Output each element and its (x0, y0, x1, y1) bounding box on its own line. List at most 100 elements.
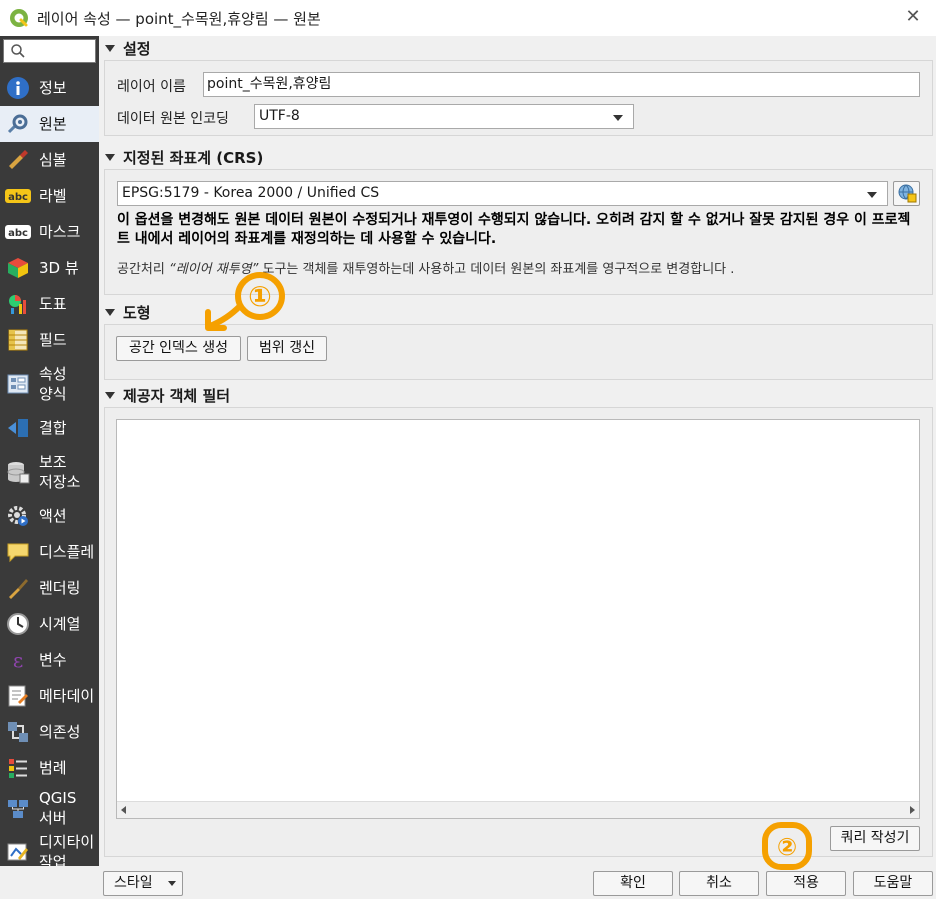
horizontal-scrollbar[interactable] (117, 801, 919, 818)
sidebar-item-masks[interactable]: abc 마스크 (0, 214, 99, 250)
action-gear-icon (5, 503, 31, 529)
scroll-left-icon[interactable] (121, 806, 126, 814)
style-menu-button[interactable]: 스타일 (103, 871, 183, 896)
query-builder-button[interactable]: 쿼리 작성기 (830, 826, 920, 851)
info-icon (5, 75, 31, 101)
sidebar-item-auxiliary-storage[interactable]: 보조 저장소 (0, 446, 99, 498)
rendering-brush-icon (5, 575, 31, 601)
annotation-marker-1-label: ① (248, 280, 272, 313)
sidebar-item-label: 결합 (39, 419, 67, 437)
settings-section-header[interactable]: 설정 (105, 38, 151, 58)
sidebar-item-variables[interactable]: ε 변수 (0, 642, 99, 678)
cube-3d-icon (5, 255, 31, 281)
sidebar-item-attributes-form[interactable]: 속성 양식 (0, 358, 99, 410)
section-title: 제공자 객체 필터 (123, 386, 231, 405)
sidebar-item-label: QGIS 서버 (39, 789, 77, 827)
window-title: 레이어 속성 — point_수목원,휴양림 — 원본 (37, 9, 321, 28)
ok-button[interactable]: 확인 (593, 871, 673, 896)
filter-query-textarea[interactable] (116, 419, 920, 819)
temporal-clock-icon (5, 611, 31, 637)
mask-abc-icon: abc (5, 219, 31, 245)
symbology-brush-icon (5, 147, 31, 173)
svg-text:abc: abc (8, 228, 28, 239)
sidebar-item-actions[interactable]: 액션 (0, 498, 99, 534)
sidebar-item-3d-view[interactable]: 3D 뷰 (0, 250, 99, 286)
sidebar-item-joins[interactable]: 결합 (0, 410, 99, 446)
sidebar-item-qgis-server[interactable]: QGIS 서버 (0, 786, 99, 830)
join-icon (5, 415, 31, 441)
annotation-arrow-marker-1: ① (205, 272, 285, 331)
sidebar-item-legend[interactable]: 범례 (0, 750, 99, 786)
update-extent-button[interactable]: 범위 갱신 (247, 336, 327, 361)
qgis-server-icon (5, 795, 31, 821)
sidebar-item-diagrams[interactable]: 도표 (0, 286, 99, 322)
variable-epsilon-icon: ε (5, 647, 31, 673)
settings-section: 레이어 이름 point_수목원,휴양림 데이터 원본 인코딩 UTF-8 (104, 60, 933, 136)
attributes-form-icon (5, 371, 31, 397)
fields-icon (5, 327, 31, 353)
dependencies-icon (5, 719, 31, 745)
title-bar: 레이어 속성 — point_수목원,휴양림 — 원본 ✕ (0, 0, 936, 36)
create-spatial-index-button[interactable]: 공간 인덱스 생성 (116, 336, 241, 361)
display-tooltip-icon (5, 539, 31, 565)
close-icon[interactable]: ✕ (903, 7, 923, 27)
sidebar-item-label: 의존성 (39, 723, 81, 741)
collapse-arrow-icon (105, 391, 115, 399)
encoding-select[interactable]: UTF-8 (254, 104, 634, 129)
help-button[interactable]: 도움말 (853, 871, 933, 896)
sidebar: 정보 원본 심볼 abc 라벨 abc 마스크 3D 뷰 도표 필드 속성 양식… (0, 36, 99, 871)
sidebar-item-fields[interactable]: 필드 (0, 322, 99, 358)
sidebar-item-label: 보조 저장소 (39, 453, 81, 491)
sidebar-item-label: 속성 양식 (39, 365, 67, 403)
scroll-right-icon[interactable] (910, 806, 915, 814)
annotation-marker-2: ② (762, 822, 812, 870)
sidebar-item-labels[interactable]: abc 라벨 (0, 178, 99, 214)
sidebar-item-label: 심볼 (39, 151, 67, 169)
svg-text:abc: abc (8, 192, 28, 203)
sidebar-item-rendering[interactable]: 렌더링 (0, 570, 99, 606)
filter-section-header[interactable]: 제공자 객체 필터 (105, 385, 230, 405)
layer-name-label: 레이어 이름 (117, 79, 186, 95)
sidebar-item-display[interactable]: 디스플레 (0, 534, 99, 570)
diagram-icon (5, 291, 31, 317)
sidebar-item-metadata[interactable]: 메타데이 (0, 678, 99, 714)
sidebar-item-symbology[interactable]: 심볼 (0, 142, 99, 178)
sidebar-item-label: 디스플레 (39, 543, 95, 561)
chevron-down-icon (168, 881, 176, 886)
chevron-down-icon (613, 115, 623, 121)
crs-select[interactable]: EPSG:5179 - Korea 2000 / Unified CS (117, 181, 888, 206)
main-panel: 설정 레이어 이름 point_수목원,휴양림 데이터 원본 인코딩 UTF-8… (99, 36, 936, 866)
label-abc-icon: abc (5, 183, 31, 209)
source-settings-icon (5, 111, 31, 137)
sidebar-item-label: 정보 (39, 79, 67, 97)
crs-warning-text: 이 옵션을 변경해도 원본 데이터 원본이 수정되거나 재투영이 수행되지 않습… (117, 212, 911, 247)
crs-selector-button[interactable] (893, 181, 920, 206)
sidebar-item-source[interactable]: 원본 (0, 106, 99, 142)
layer-name-input[interactable]: point_수목원,휴양림 (203, 72, 920, 97)
qgis-icon (10, 9, 28, 27)
sidebar-item-temporal[interactable]: 시계열 (0, 606, 99, 642)
svg-text:ε: ε (13, 648, 23, 672)
sidebar-item-label: 필드 (39, 331, 67, 349)
digitizing-icon (5, 839, 31, 865)
sidebar-item-label: 3D 뷰 (39, 259, 79, 277)
geometry-section-header[interactable]: 도형 (105, 302, 151, 322)
sidebar-search-input[interactable] (3, 39, 96, 63)
chevron-down-icon (867, 192, 877, 198)
apply-button[interactable]: 적용 (766, 871, 846, 896)
metadata-icon (5, 683, 31, 709)
sidebar-item-label: 변수 (39, 651, 67, 669)
collapse-arrow-icon (105, 153, 115, 161)
scroll-track[interactable] (134, 804, 902, 816)
crs-section-header[interactable]: 지정된 좌표계 (CRS) (105, 147, 263, 167)
sidebar-item-info[interactable]: 정보 (0, 70, 99, 106)
collapse-arrow-icon (105, 44, 115, 52)
sidebar-item-label: 라벨 (39, 187, 67, 205)
sidebar-item-label: 렌더링 (39, 579, 81, 597)
sidebar-item-label: 액션 (39, 507, 67, 525)
encoding-label: 데이터 원본 인코딩 (117, 111, 229, 127)
sidebar-item-dependencies[interactable]: 의존성 (0, 714, 99, 750)
annotation-marker-2-label: ② (777, 833, 797, 861)
collapse-arrow-icon (105, 308, 115, 316)
cancel-button[interactable]: 취소 (679, 871, 759, 896)
